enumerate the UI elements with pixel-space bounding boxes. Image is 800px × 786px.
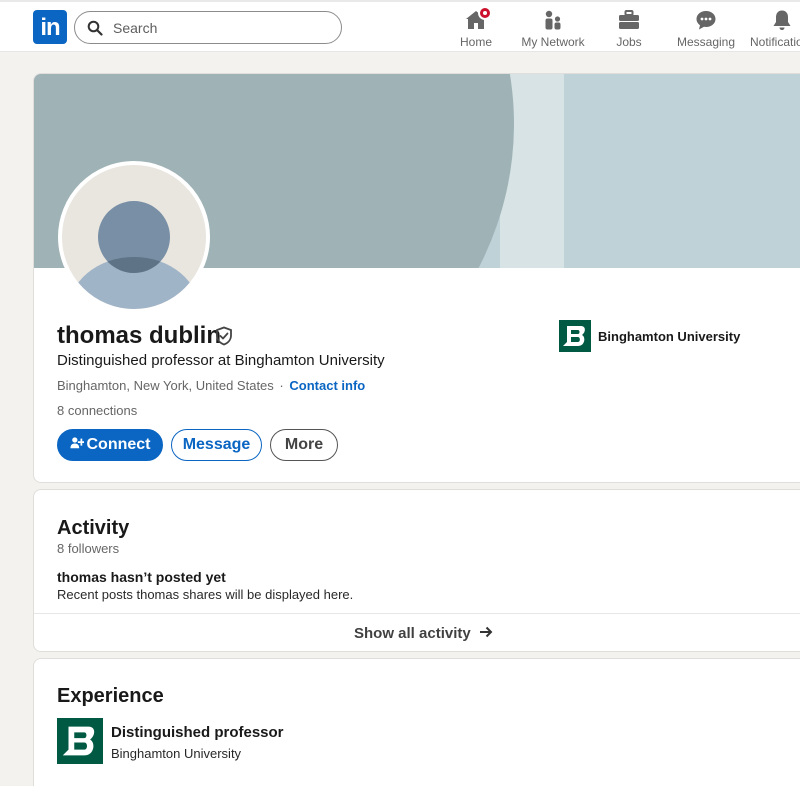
message-icon — [694, 8, 718, 32]
avatar-overlap-shape — [98, 201, 170, 273]
experience-card: Experience Distinguished professor Bingh… — [33, 658, 800, 786]
nav-label: My Network — [521, 35, 585, 49]
network-icon — [541, 8, 565, 32]
nav-messaging[interactable]: Messaging — [676, 6, 736, 50]
profile-avatar[interactable] — [58, 161, 210, 313]
briefcase-icon — [617, 8, 641, 32]
search-box[interactable] — [74, 11, 342, 44]
profile-name: thomas dublin — [57, 322, 221, 349]
activity-title: Activity — [57, 517, 130, 539]
bell-icon — [770, 8, 794, 32]
experience-organization: Binghamton University — [111, 746, 242, 761]
show-all-label: Show all activity — [354, 625, 471, 642]
verified-shield-icon[interactable] — [214, 326, 234, 346]
nav-jobs[interactable]: Jobs — [606, 6, 652, 50]
add-person-icon — [69, 437, 84, 449]
binghamton-logo-icon[interactable] — [57, 718, 103, 764]
top-navigation-bar: in Home My Network — [0, 0, 800, 52]
followers-count: 8 followers — [57, 541, 120, 556]
connect-label: Connect — [86, 436, 151, 453]
profile-location-row: Binghamton, New York, United States · Co… — [57, 378, 365, 393]
nav-label: Messaging — [676, 35, 736, 49]
binghamton-logo-icon — [559, 320, 591, 352]
arrow-right-icon — [479, 626, 493, 638]
separator: · — [279, 378, 284, 393]
home-icon — [464, 6, 492, 32]
profile-location: Binghamton, New York, United States — [57, 378, 274, 393]
linkedin-logo[interactable]: in — [33, 10, 67, 44]
connections-count: 8 — [57, 403, 65, 418]
connections-label: connections — [67, 403, 138, 418]
connections-row[interactable]: 8 connections — [57, 403, 137, 418]
connect-button[interactable]: Connect — [57, 429, 163, 461]
contact-info-link[interactable]: Contact info — [289, 378, 365, 393]
nav-notifications[interactable]: Notifications — [750, 6, 800, 50]
experience-role: Distinguished professor — [111, 724, 284, 741]
nav-label: Notifications — [750, 35, 800, 49]
organization-name: Binghamton University — [598, 329, 741, 344]
nav-my-network[interactable]: My Network — [518, 6, 588, 50]
message-button[interactable]: Message — [171, 429, 262, 461]
experience-title: Experience — [57, 685, 164, 707]
nav-label: Jobs — [616, 35, 642, 49]
search-input[interactable] — [113, 16, 333, 40]
profile-card: thomas dublin Distinguished professor at… — [33, 73, 800, 483]
more-button[interactable]: More — [270, 429, 338, 461]
profile-headline: Distinguished professor at Binghamton Un… — [57, 352, 385, 369]
nav-home[interactable]: Home — [452, 6, 500, 50]
notification-badge — [478, 6, 492, 20]
show-all-activity-button[interactable]: Show all activity — [34, 614, 800, 651]
activity-card: Activity 8 followers thomas hasn’t poste… — [33, 489, 800, 652]
nav-label: Home — [459, 35, 492, 49]
empty-activity-subtitle: Recent posts thomas shares will be displ… — [57, 587, 354, 602]
search-icon — [87, 20, 103, 36]
empty-activity-title: thomas hasn’t posted yet — [57, 569, 226, 585]
